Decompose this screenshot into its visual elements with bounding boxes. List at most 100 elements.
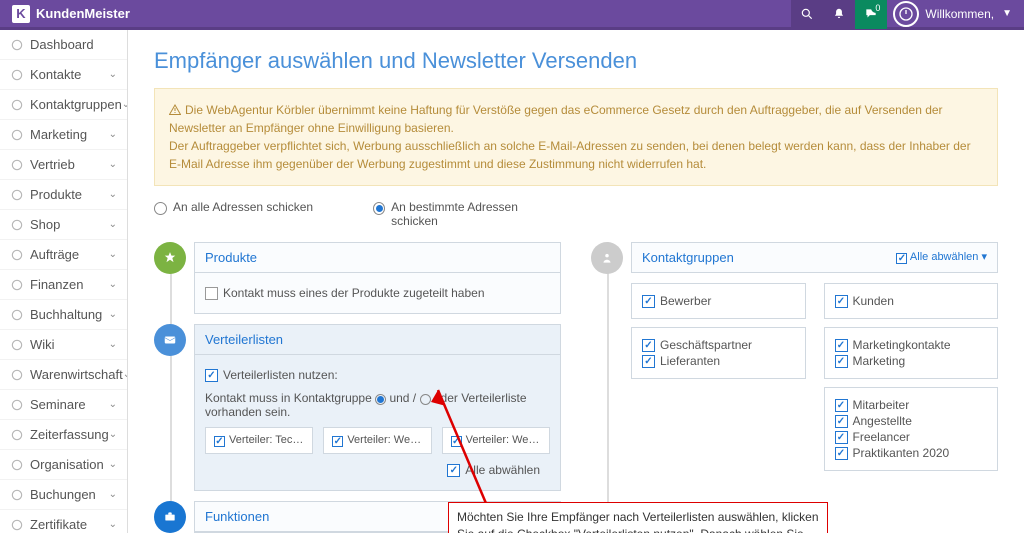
chevron-down-icon: ⌄	[109, 219, 117, 230]
sidebar-item-warenwirtschaft[interactable]: Warenwirtschaft⌄	[0, 360, 127, 390]
chevron-down-icon: ⌄	[109, 159, 117, 170]
radio-und[interactable]	[375, 392, 386, 405]
chevron-down-icon: ⌄	[109, 249, 117, 260]
checkbox-praktikanten-2020[interactable]: Praktikanten 2020	[835, 446, 988, 460]
sidebar-item-zeiterfassung[interactable]: Zeiterfassung⌄	[0, 420, 127, 450]
sidebar-item-marketing[interactable]: Marketing⌄	[0, 120, 127, 150]
sidebar-item-aufträge[interactable]: Aufträge ⌄	[0, 240, 127, 270]
checkbox-kunden[interactable]: Kunden	[835, 294, 988, 308]
chevron-down-icon: ⌄	[109, 489, 117, 500]
user-menu-chevron-icon[interactable]: ▼	[1002, 8, 1012, 19]
radio-oder[interactable]	[420, 392, 431, 405]
left-column: Produkte Kontakt muss eines der Produkte…	[154, 242, 561, 533]
checkbox-angestellte[interactable]: Angestellte	[835, 414, 988, 428]
checkbox-marketingkontakte[interactable]: Marketingkontakte	[835, 338, 988, 352]
checkbox-label: Marketing	[853, 354, 906, 368]
checkbox-label: Kontakt muss eines der Produkte zugeteil…	[223, 286, 485, 300]
chevron-down-icon: ⌄	[109, 189, 117, 200]
logic-sentence: Kontakt muss in Kontaktgruppe und / oder…	[205, 391, 550, 419]
sidebar-item-buchhaltung[interactable]: Buchhaltung⌄	[0, 300, 127, 330]
checkbox-icon	[642, 355, 655, 368]
chevron-down-icon: ⌄	[109, 459, 117, 470]
kontaktgruppe-card: Kunden	[824, 283, 999, 319]
verteiler-card[interactable]: Verteiler: We…	[323, 427, 431, 454]
checkbox-freelancer[interactable]: Freelancer	[835, 430, 988, 444]
radio-some-addresses[interactable]: An bestimmte Adressen schicken	[373, 200, 553, 228]
checkbox-icon	[451, 436, 462, 447]
checkbox-alle-abwaehlen[interactable]: Alle abwählen	[447, 463, 540, 477]
sidebar-item-label: Vertrieb	[30, 157, 75, 172]
sidebar-item-seminare[interactable]: Seminare ⌄	[0, 390, 127, 420]
sidebar-item-vertrieb[interactable]: Vertrieb ⌄	[0, 150, 127, 180]
checkbox-label: Kunden	[853, 294, 894, 308]
verteiler-card[interactable]: Verteiler: Tec…	[205, 427, 313, 454]
sidebar-item-label: Seminare	[30, 397, 86, 412]
sidebar-item-label: Dashboard	[30, 37, 94, 52]
checkbox-geschäftspartner[interactable]: Geschäftspartner	[642, 338, 795, 352]
menu-icon	[10, 68, 24, 82]
link-alle-abwaehlen[interactable]: Alle abwählen ▾	[896, 250, 987, 265]
sidebar-item-label: Shop	[30, 217, 60, 232]
checkbox-mitarbeiter[interactable]: Mitarbeiter	[835, 398, 988, 412]
kontaktgruppe-card: Bewerber	[631, 283, 806, 319]
notifications-button[interactable]	[823, 0, 855, 29]
sidebar-item-label: Aufträge	[30, 247, 79, 262]
checkbox-lieferanten[interactable]: Lieferanten	[642, 354, 795, 368]
sidebar-item-label: Kontakte	[30, 67, 81, 82]
sidebar-item-label: Buchungen	[30, 487, 96, 502]
sidebar-item-kontaktgruppen[interactable]: Kontaktgruppen⌄	[0, 90, 127, 120]
main-content: Empfänger auswählen und Newsletter Verse…	[128, 30, 1024, 533]
checkbox-icon	[835, 447, 848, 460]
sidebar-item-buchungen[interactable]: Buchungen ⌄	[0, 480, 127, 510]
menu-icon	[10, 338, 24, 352]
checkbox-bewerber[interactable]: Bewerber	[642, 294, 795, 308]
sidebar-item-label: Finanzen	[30, 277, 83, 292]
checkbox-label: Freelancer	[853, 430, 910, 444]
checkbox-icon	[896, 253, 907, 264]
section-icon-star	[154, 242, 186, 274]
warning-line1: Die WebAgentur Körbler übernimmt keine H…	[169, 103, 943, 135]
section-icon-group	[591, 242, 623, 274]
checkbox-icon	[642, 295, 655, 308]
sidebar-item-wiki[interactable]: Wiki⌄	[0, 330, 127, 360]
sidebar-item-label: Zeiterfassung	[30, 427, 109, 442]
sidebar-item-organisation[interactable]: Organisation⌄	[0, 450, 127, 480]
radio-icon	[420, 394, 431, 405]
checkbox-label: Bewerber	[660, 294, 711, 308]
panel-header: Kontaktgruppen Alle abwählen ▾	[631, 242, 998, 273]
menu-icon	[10, 368, 24, 382]
kontaktgruppe-card: Marketingkontakte Marketing	[824, 327, 999, 379]
checkbox-icon	[205, 287, 218, 300]
checkbox-produkt-zugeteilt[interactable]: Kontakt muss eines der Produkte zugeteil…	[205, 286, 485, 300]
checkbox-label: Verteilerlisten nutzen:	[223, 368, 338, 382]
search-button[interactable]	[791, 0, 823, 29]
verteiler-card[interactable]: Verteiler: We…	[442, 427, 550, 454]
sidebar-item-dashboard[interactable]: Dashboard	[0, 30, 127, 60]
chat-button[interactable]: 0	[855, 0, 887, 29]
sidebar-item-finanzen[interactable]: Finanzen⌄	[0, 270, 127, 300]
user-avatar[interactable]	[893, 1, 919, 27]
checkbox-label: Alle abwählen	[465, 463, 540, 477]
sidebar-item-produkte[interactable]: Produkte⌄	[0, 180, 127, 210]
menu-icon	[10, 428, 24, 442]
menu-icon	[10, 128, 24, 142]
checkbox-label: Praktikanten 2020	[853, 446, 950, 460]
section-icon-briefcase	[154, 501, 186, 533]
radio-all-addresses[interactable]: An alle Adressen schicken	[154, 200, 313, 228]
chevron-down-icon: ⌄	[109, 339, 117, 350]
checkbox-icon	[642, 339, 655, 352]
menu-icon	[10, 98, 24, 112]
chevron-down-icon: ⌄	[109, 69, 117, 80]
chevron-down-icon: ⌄	[109, 399, 117, 410]
sidebar-item-kontakte[interactable]: Kontakte ⌄	[0, 60, 127, 90]
sidebar-item-zertifikate[interactable]: Zertifikate⌄	[0, 510, 127, 533]
menu-icon	[10, 518, 24, 532]
checkbox-label: Mitarbeiter	[853, 398, 910, 412]
checkbox-marketing[interactable]: Marketing	[835, 354, 988, 368]
checkbox-verteilerlisten-nutzen[interactable]: Verteilerlisten nutzen:	[205, 368, 338, 382]
app-header: K KundenMeister 0 Willkommen, ▼	[0, 0, 1024, 30]
radio-icon	[373, 202, 385, 215]
chevron-down-icon: ⌄	[109, 309, 117, 320]
sidebar-item-shop[interactable]: Shop ⌄	[0, 210, 127, 240]
menu-icon	[10, 188, 24, 202]
